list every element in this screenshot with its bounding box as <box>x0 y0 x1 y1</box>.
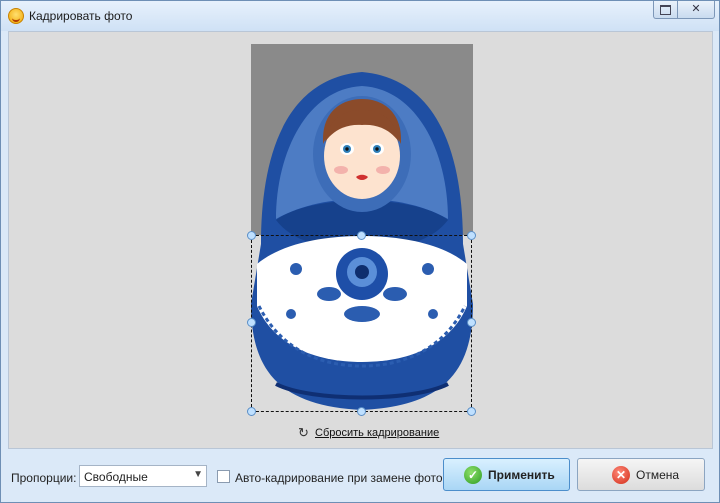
crop-photo-dialog: Кадрировать фото ✕ ↻ Сбросить кадрирован… <box>0 0 720 503</box>
cancel-x-icon: ✕ <box>612 466 630 484</box>
crop-handle-left[interactable] <box>247 318 256 327</box>
apply-label: Применить <box>488 468 555 482</box>
auto-crop-checkbox[interactable] <box>217 470 230 483</box>
reset-icon: ↻ <box>298 425 309 440</box>
crop-handle-top-right[interactable] <box>467 231 476 240</box>
dropdown-arrow-icon: ▼ <box>193 469 203 480</box>
proportions-label: Пропорции: <box>11 471 77 485</box>
crop-handle-top-left[interactable] <box>247 231 256 240</box>
crop-handle-right[interactable] <box>467 318 476 327</box>
cancel-label: Отмена <box>636 468 680 482</box>
reset-crop-label: Сбросить кадрирование <box>315 427 440 439</box>
crop-handle-bottom[interactable] <box>357 407 366 416</box>
proportions-select[interactable]: Свободные ▼ <box>79 465 207 487</box>
crop-handle-top[interactable] <box>357 231 366 240</box>
crop-canvas: ↻ Сбросить кадрирование <box>8 31 713 449</box>
window-title: Кадрировать фото <box>29 9 133 23</box>
proportions-value: Свободные <box>84 470 148 484</box>
apply-button[interactable]: ✓ Применить <box>443 458 570 491</box>
auto-crop-label: Авто-кадрирование при замене фото <box>235 471 443 485</box>
title-bar: Кадрировать фото ✕ <box>1 1 719 31</box>
check-icon: ✓ <box>464 466 482 484</box>
crop-handle-bottom-right[interactable] <box>467 407 476 416</box>
app-smiley-icon <box>8 8 24 24</box>
crop-frame[interactable] <box>251 235 472 412</box>
cancel-button[interactable]: ✕ Отмена <box>577 458 705 491</box>
close-button[interactable]: ✕ <box>677 1 715 19</box>
close-icon: ✕ <box>691 3 701 15</box>
crop-handle-bottom-left[interactable] <box>247 407 256 416</box>
maximize-icon <box>660 5 671 15</box>
maximize-button[interactable] <box>653 1 678 19</box>
